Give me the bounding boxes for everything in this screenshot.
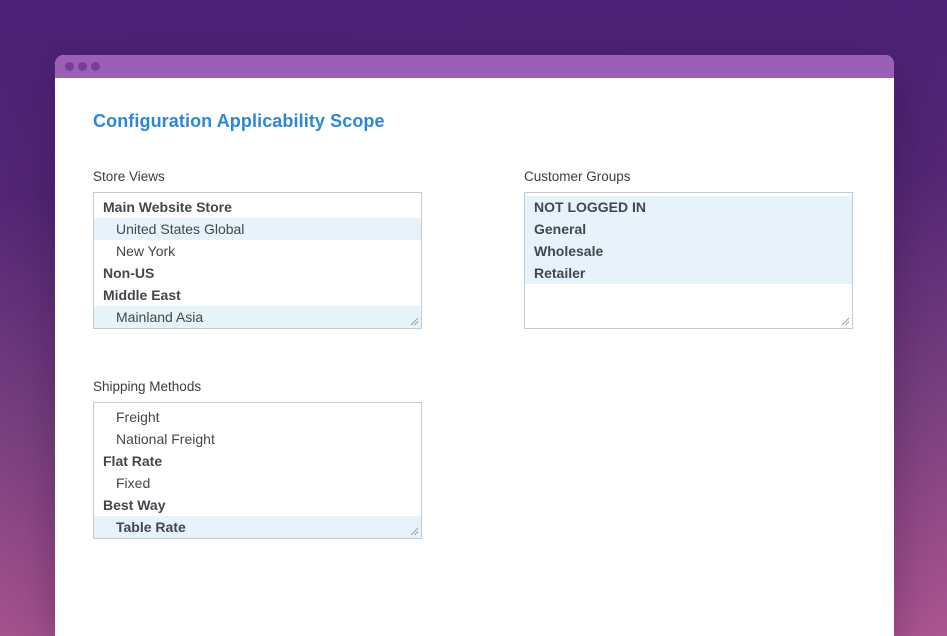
field-store-views: Store Views Main Website StoreUnited Sta… xyxy=(93,168,422,329)
window-dot xyxy=(91,62,100,71)
select-option[interactable]: National Freight xyxy=(94,428,421,450)
window-dot xyxy=(78,62,87,71)
window-dot xyxy=(65,62,74,71)
window-titlebar xyxy=(55,55,894,78)
select-option[interactable]: Wholesale xyxy=(525,240,852,262)
store-views-label: Store Views xyxy=(93,168,422,186)
store-views-multiselect[interactable]: Main Website StoreUnited States GlobalNe… xyxy=(93,192,422,329)
select-option[interactable]: General xyxy=(525,218,852,240)
resize-handle-icon[interactable] xyxy=(409,526,419,536)
select-option[interactable]: Retailer xyxy=(525,262,852,284)
shipping-methods-label: Shipping Methods xyxy=(93,378,422,396)
select-option[interactable]: Mainland Asia xyxy=(94,306,421,328)
select-option[interactable]: Freight xyxy=(94,406,421,428)
select-option[interactable]: Middle East xyxy=(94,284,421,306)
resize-handle-icon[interactable] xyxy=(840,316,850,326)
page-title: Configuration Applicability Scope xyxy=(93,109,385,133)
shipping-methods-multiselect[interactable]: FreightNational FreightFlat RateFixedBes… xyxy=(93,402,422,539)
field-shipping-methods: Shipping Methods FreightNational Freight… xyxy=(93,378,422,539)
resize-handle-icon[interactable] xyxy=(409,316,419,326)
page-content: Configuration Applicability Scope Store … xyxy=(55,78,894,636)
browser-window: Configuration Applicability Scope Store … xyxy=(55,55,894,636)
customer-groups-multiselect[interactable]: NOT LOGGED INGeneralWholesaleRetailer xyxy=(524,192,853,329)
select-option[interactable]: NOT LOGGED IN xyxy=(525,196,852,218)
customer-groups-label: Customer Groups xyxy=(524,168,853,186)
desktop-background: { "window": { "dot_count": 3 }, "page": … xyxy=(0,0,947,636)
select-option[interactable]: Main Website Store xyxy=(94,196,421,218)
field-customer-groups: Customer Groups NOT LOGGED INGeneralWhol… xyxy=(524,168,853,329)
select-option[interactable]: Flat Rate xyxy=(94,450,421,472)
select-option[interactable]: Non-US xyxy=(94,262,421,284)
select-option[interactable]: New York xyxy=(94,240,421,262)
select-option[interactable]: United States Global xyxy=(94,218,421,240)
select-option[interactable]: Fixed xyxy=(94,472,421,494)
select-option[interactable]: Best Way xyxy=(94,494,421,516)
select-option[interactable]: Table Rate xyxy=(94,516,421,538)
